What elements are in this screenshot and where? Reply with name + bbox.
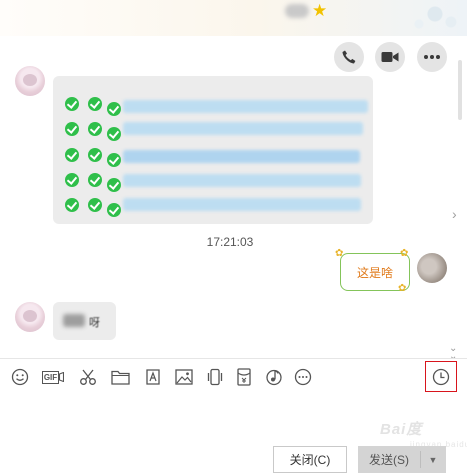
blurred-link[interactable] bbox=[123, 174, 361, 187]
message-history-button[interactable] bbox=[430, 366, 452, 388]
gif-button[interactable]: GIF bbox=[40, 366, 66, 388]
flower-decoration-icon: ✿ bbox=[400, 248, 409, 259]
star-icon: ★ bbox=[312, 1, 328, 20]
blurred-link[interactable] bbox=[123, 150, 360, 163]
flower-decoration-icon: ✿ bbox=[335, 248, 344, 259]
title-bar: ★ bbox=[0, 0, 467, 36]
verified-icon bbox=[65, 148, 79, 162]
emoji-icon bbox=[11, 368, 29, 386]
phone-icon bbox=[341, 49, 357, 65]
more-options-icon bbox=[294, 368, 312, 386]
message-timestamp: 17:21:03 bbox=[206, 235, 254, 249]
chevron-right-icon[interactable]: › bbox=[452, 206, 457, 222]
image-icon bbox=[175, 369, 193, 385]
sent-message-text: 这是啥 bbox=[356, 265, 393, 280]
verified-icon bbox=[107, 203, 121, 217]
send-button-label: 发送(S) bbox=[369, 453, 409, 467]
verified-icon bbox=[107, 178, 121, 192]
more-tools-button[interactable] bbox=[292, 366, 314, 388]
scrollbar-track[interactable] bbox=[447, 36, 467, 356]
blurred-link[interactable] bbox=[123, 122, 363, 135]
verified-icon bbox=[107, 102, 121, 116]
verified-icon bbox=[107, 153, 121, 167]
title-decoration bbox=[405, 0, 467, 34]
video-camera-icon bbox=[381, 50, 399, 64]
voice-call-button[interactable] bbox=[334, 42, 364, 72]
toolbar-divider bbox=[0, 358, 467, 359]
clock-history-icon bbox=[432, 368, 450, 386]
font-style-button[interactable] bbox=[142, 366, 164, 388]
screenshot-button[interactable] bbox=[77, 366, 99, 388]
scrollbar-thumb[interactable] bbox=[458, 60, 462, 120]
flower-decoration-icon: ✿ bbox=[398, 283, 407, 294]
blurred-link[interactable] bbox=[123, 100, 368, 113]
font-style-icon bbox=[144, 368, 162, 386]
blurred-link[interactable] bbox=[123, 198, 361, 211]
chat-window: ★ › 17:21:03 这是啥 ✿ ✿ ✿ 呀 ⌄ ⌄ GIF Bai度 ji… bbox=[0, 0, 467, 475]
contact-name-blurred bbox=[285, 4, 309, 18]
verified-icon bbox=[65, 198, 79, 212]
red-envelope-button[interactable] bbox=[233, 366, 255, 388]
music-icon bbox=[265, 368, 283, 386]
close-button-label: 关闭(C) bbox=[289, 453, 331, 467]
received-message-text: 呀 bbox=[89, 317, 100, 329]
verified-icon bbox=[65, 173, 79, 187]
red-envelope-icon bbox=[236, 368, 252, 386]
more-button[interactable] bbox=[417, 42, 447, 72]
gif-icon: GIF bbox=[41, 370, 65, 384]
image-button[interactable] bbox=[173, 366, 195, 388]
shake-button[interactable] bbox=[204, 366, 226, 388]
contact-avatar[interactable] bbox=[15, 66, 45, 96]
verified-icon bbox=[88, 148, 102, 162]
send-file-button[interactable] bbox=[109, 366, 131, 388]
emoji-button[interactable] bbox=[9, 366, 31, 388]
message-bubble-links bbox=[53, 76, 373, 224]
scissors-icon bbox=[79, 368, 97, 386]
more-icon bbox=[423, 54, 441, 60]
contact-avatar[interactable] bbox=[15, 302, 45, 332]
chevron-down-icon[interactable]: ▼ bbox=[421, 455, 445, 465]
send-button[interactable]: 发送(S) ▼ bbox=[358, 446, 446, 473]
verified-icon bbox=[107, 127, 121, 141]
close-button[interactable]: 关闭(C) bbox=[273, 446, 347, 473]
music-button[interactable] bbox=[263, 366, 285, 388]
verified-icon bbox=[65, 122, 79, 136]
verified-icon bbox=[88, 97, 102, 111]
self-avatar[interactable] bbox=[417, 253, 447, 283]
verified-icon bbox=[88, 122, 102, 136]
verified-icon bbox=[88, 173, 102, 187]
folder-icon bbox=[110, 369, 130, 385]
video-call-button[interactable] bbox=[375, 42, 405, 72]
blurred-text bbox=[63, 314, 85, 327]
verified-icon bbox=[65, 97, 79, 111]
received-message-bubble: 呀 bbox=[53, 302, 116, 340]
shake-icon bbox=[206, 368, 224, 386]
verified-icon bbox=[88, 198, 102, 212]
